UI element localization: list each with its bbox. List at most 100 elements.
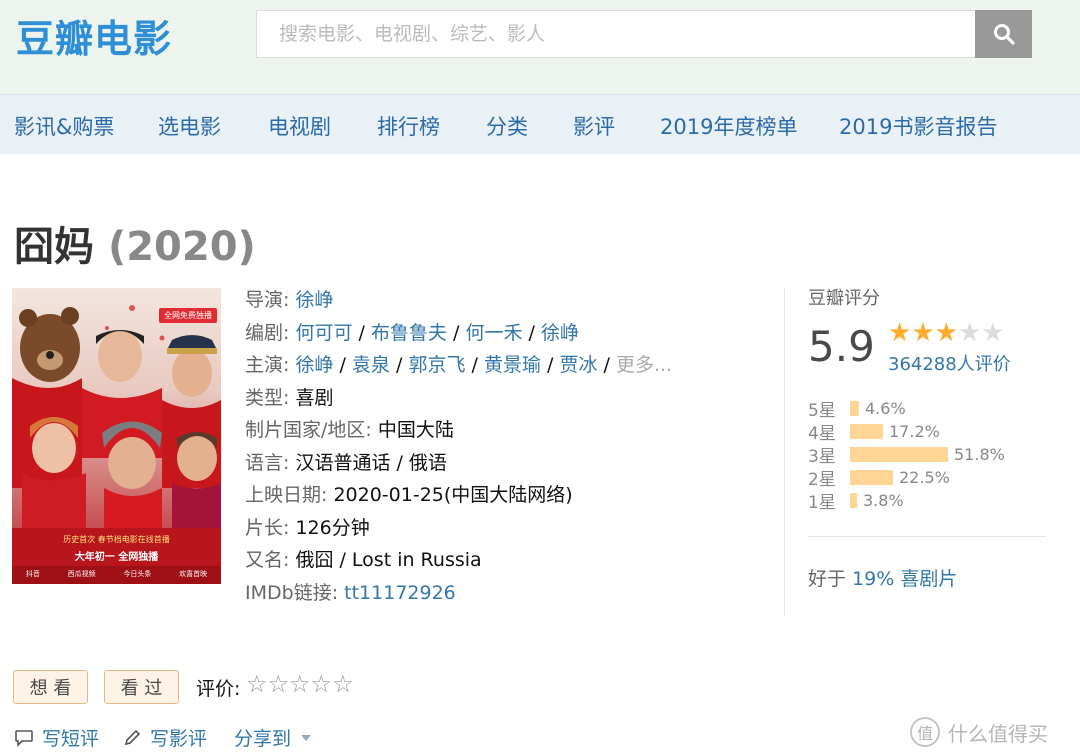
aka-value: 俄囧 / Lost in Russia <box>295 549 482 571</box>
star-filled-icon: ★ <box>888 318 912 348</box>
rating-dist-label: 4星 <box>808 424 836 444</box>
site-logo[interactable]: 豆瓣电影 <box>16 8 172 63</box>
cast-link[interactable]: 黄景瑜 <box>484 354 541 376</box>
imdb-link[interactable]: tt11172926 <box>344 582 456 604</box>
separator: / <box>446 321 466 344</box>
release-value: 2020-01-25(中国大陆网络) <box>333 484 573 506</box>
separator: / <box>352 321 371 344</box>
share-dropdown[interactable]: 分享到 <box>234 724 313 751</box>
poster-logo: 欢喜首映 <box>179 570 208 578</box>
info-label: 制片国家/地区: <box>245 419 372 441</box>
have-seen-button[interactable]: 看 过 <box>104 670 179 704</box>
top-header: 豆瓣电影 <box>0 0 1080 94</box>
watermark: 值 什么值得买 <box>910 712 1070 752</box>
info-label: 主演 <box>245 354 284 376</box>
rating-distribution: 5星 4.6% 4星 17.2% 3星 51.8% 2星 22.5% 1星 3.8% <box>808 397 1048 513</box>
director-link[interactable]: 徐峥 <box>295 289 333 311</box>
better-than: 好于 19% 喜剧片 <box>808 564 957 591</box>
cast-link[interactable]: 贾冰 <box>559 354 597 376</box>
nav-item-showtimes[interactable]: 影讯&购票 <box>14 111 114 141</box>
poster-logo: 抖音 <box>25 570 40 578</box>
info-cast: 主演: 徐峥 / 袁泉 / 郭京飞 / 黄景瑜 / 贾冰 / 更多... <box>245 349 775 382</box>
nav-item-categories[interactable]: 分类 <box>486 111 528 141</box>
star-empty-icon: ★ <box>957 318 982 348</box>
better-than-link[interactable]: 19% 喜剧片 <box>852 568 957 590</box>
info-label: 导演 <box>245 289 284 311</box>
rating-dist-label: 5星 <box>808 401 836 421</box>
info-aka: 又名: 俄囧 / Lost in Russia <box>245 544 775 577</box>
separator: / <box>522 321 541 344</box>
nav-item-charts[interactable]: 排行榜 <box>377 111 440 141</box>
rating-hr <box>808 536 1046 537</box>
separator: / <box>465 354 484 376</box>
nav-item-annual-list[interactable]: 2019年度榜单 <box>660 111 797 141</box>
rate-stars-input[interactable]: ☆☆☆☆☆ <box>246 670 354 698</box>
search-button[interactable] <box>975 10 1032 58</box>
rating-dist-bar <box>850 470 893 485</box>
info-director: 导演: 徐峥 <box>245 284 775 317</box>
rating-votes-link[interactable]: 364288人评价 <box>888 350 1011 376</box>
rating-dist-label: 1星 <box>808 493 836 513</box>
info-colon: : <box>331 581 345 604</box>
star-filled-icon: ★ <box>911 318 935 348</box>
rating-dist-pct: 3.8% <box>863 491 904 510</box>
rating-dist-pct: 4.6% <box>865 399 906 418</box>
rating-dist-label: 2星 <box>808 470 836 490</box>
star-empty-icon: ★ <box>981 318 1005 348</box>
rating-dist-pct: 17.2% <box>889 422 940 441</box>
rate-label: 评价: <box>196 678 241 700</box>
movie-poster[interactable]: 全网免费独播 历史首次 春节档电影在线首播 大年初一 全网独播 抖音 西瓜视频 … <box>12 288 221 584</box>
country-value: 中国大陆 <box>377 419 454 441</box>
writer-link[interactable]: 徐峥 <box>541 322 579 344</box>
search-icon <box>993 24 1015 45</box>
rating-dist-bar <box>850 447 948 462</box>
writer-link[interactable]: 何一禾 <box>465 322 522 344</box>
separator: / <box>597 354 616 376</box>
writer-link[interactable]: 何可可 <box>295 322 352 344</box>
nav-item-reviews[interactable]: 影评 <box>573 111 615 141</box>
chevron-down-icon <box>301 734 312 741</box>
info-runtime: 片长: 126分钟 <box>245 512 775 545</box>
poster-tagline-1: 历史首次 春节档电影在线首播 <box>63 535 170 544</box>
separator: / <box>540 354 560 376</box>
pencil-icon <box>124 729 141 745</box>
write-review-link[interactable]: 写影评 <box>122 724 207 751</box>
info-label: IMDb链接 <box>245 581 332 604</box>
nav-item-annual-report[interactable]: 2019书影音报告 <box>839 111 997 141</box>
cast-link[interactable]: 徐峥 <box>295 354 333 376</box>
rating-title: 豆瓣评分 <box>808 288 880 309</box>
nav-item-explore-movies[interactable]: 选电影 <box>158 111 221 141</box>
info-label: 编剧 <box>245 321 284 344</box>
cast-link[interactable]: 郭京飞 <box>408 354 465 376</box>
separator: / <box>389 354 409 376</box>
comment-icon <box>15 729 33 747</box>
info-label: 片长: <box>245 516 290 539</box>
info-label: 又名: <box>245 549 290 571</box>
info-language: 语言: 汉语普通话 / 俄语 <box>245 447 775 480</box>
info-label: 上映日期: <box>245 484 328 506</box>
search-bar <box>256 10 1032 58</box>
poster-logos: 抖音 西瓜视频 今日头条 欢喜首映 <box>12 569 221 579</box>
search-input[interactable] <box>256 10 975 58</box>
rating-dist-row: 3星 51.8% <box>808 443 1048 467</box>
poster-logo: 西瓜视频 <box>67 570 96 578</box>
watermark-logo: 值 <box>910 717 940 747</box>
nav-item-tv[interactable]: 电视剧 <box>268 111 331 141</box>
info-label: 语言: <box>245 451 290 474</box>
rating-divider <box>784 288 785 616</box>
rating-dist-pct: 22.5% <box>899 468 950 487</box>
write-short-review-link[interactable]: 写短评 <box>14 724 99 751</box>
writer-link[interactable]: 布鲁鲁夫 <box>371 322 447 344</box>
rating-dist-pct: 51.8% <box>954 445 1005 464</box>
cast-more-link[interactable]: 更多... <box>616 354 672 376</box>
watermark-text: 什么值得买 <box>948 721 1048 746</box>
info-country: 制片国家/地区: 中国大陆 <box>245 414 775 447</box>
want-to-see-button[interactable]: 想 看 <box>13 670 88 704</box>
write-short-review-label: 写短评 <box>42 728 100 750</box>
rating-dist-bar <box>850 424 883 439</box>
separator: / <box>333 354 352 376</box>
rating-score: 5.9 <box>808 322 875 371</box>
info-release-date: 上映日期: 2020-01-25(中国大陆网络) <box>245 479 775 512</box>
info-writers: 编剧: 何可可 / 布鲁鲁夫 / 何一禾 / 徐峥 <box>245 317 775 350</box>
cast-link[interactable]: 袁泉 <box>352 354 390 376</box>
